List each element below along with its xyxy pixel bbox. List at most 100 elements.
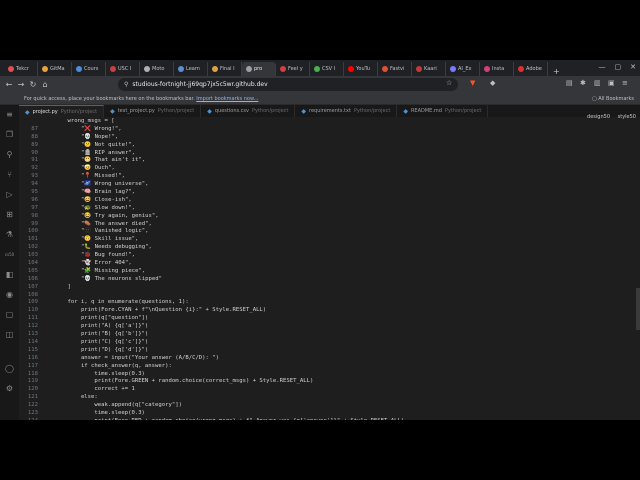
code-line[interactable]: 102 "🐛 Needs debugging", <box>19 244 635 252</box>
tab-favicon-icon <box>382 66 388 72</box>
brave-shield-icon[interactable]: ▼ <box>470 79 475 87</box>
import-bookmarks-link[interactable]: Import bookmarks now... <box>196 96 258 102</box>
wallet-icon[interactable]: ▣ <box>608 79 615 87</box>
reload-icon[interactable]: ↻ <box>27 80 39 89</box>
editor-tab[interactable]: ◆ requirements.txt Python/project <box>295 105 398 117</box>
browser-tab[interactable]: YouTu <box>344 62 378 76</box>
home-icon[interactable]: ⌂ <box>39 80 51 89</box>
editor-tab[interactable]: ◆ test_project.py Python/project <box>104 105 202 117</box>
code-line[interactable]: 98 "😂 Try again, genius", <box>19 213 635 221</box>
explorer-icon[interactable]: ❐ <box>6 125 13 145</box>
minimize-icon[interactable]: — <box>599 63 606 71</box>
all-bookmarks-button[interactable]: ▢ All Bookmarks <box>592 96 634 102</box>
remote-explorer-icon[interactable]: ▢ <box>6 305 14 325</box>
code-line[interactable]: 115 print("D) {q['d']}") <box>19 347 635 355</box>
browser-tab[interactable]: Learn <box>174 62 208 76</box>
scrollbar-thumb[interactable] <box>636 288 640 330</box>
code-line[interactable]: 121 else: <box>19 394 635 402</box>
code-text: "🌌 Wrong universe", <box>54 181 149 188</box>
code-line[interactable]: 123 time.sleep(0.3) <box>19 410 635 418</box>
code-line[interactable]: 88 "💀 Nope!", <box>19 134 635 142</box>
code-line[interactable]: 87 "❌ Wrong!", <box>19 126 635 134</box>
code-line[interactable]: 114 print("C) {q['c']}") <box>19 339 635 347</box>
code-line[interactable]: 112 print("A) {q['a']}") <box>19 323 635 331</box>
code-line[interactable]: 107 ] <box>19 284 635 292</box>
code-line[interactable]: 108 <box>19 292 635 300</box>
browser-tab[interactable]: Insta <box>480 62 514 76</box>
close-icon[interactable]: ✕ <box>630 63 636 71</box>
url-field[interactable]: ⚲ studious-fortnight-jj69qp7jx5c5wr.gith… <box>118 78 458 91</box>
menu-icon[interactable]: ≡ <box>6 105 13 125</box>
run-debug-icon[interactable]: ▷ <box>6 185 12 205</box>
code-line[interactable]: 96 "😅 Close-ish", <box>19 197 635 205</box>
extensions-icon[interactable]: ⊞ <box>6 205 13 225</box>
code-line[interactable]: 124 print(Fore.RED + random.choice(wrong… <box>19 418 635 420</box>
code-line[interactable]: 110 print(Fore.CYAN + f"\nQuestion {i}:"… <box>19 307 635 315</box>
code-line[interactable]: 109 for i, q in enumerate(questions, 1): <box>19 299 635 307</box>
bookmarks-panel-icon[interactable]: ▤ <box>566 79 573 87</box>
code-line[interactable]: 111 print(q["question"]) <box>19 315 635 323</box>
back-icon[interactable]: ← <box>3 80 15 89</box>
search-icon[interactable]: ⚲ <box>7 145 13 165</box>
github-icon[interactable]: ◉ <box>6 285 13 305</box>
chat-icon[interactable]: ◧ <box>6 265 14 285</box>
editor-scrollbar[interactable] <box>635 118 640 420</box>
ports-icon[interactable]: ◫ <box>6 325 14 345</box>
code-line[interactable]: 93 "📍 Missed!", <box>19 173 635 181</box>
code-line[interactable]: wrong_msgs = [ <box>19 118 635 126</box>
forward-icon[interactable]: → <box>15 80 27 89</box>
new-tab-button[interactable]: + <box>548 67 565 76</box>
code-line[interactable]: 103 "🐞 Bug found!", <box>19 252 635 260</box>
browser-tab[interactable]: AI_Ex <box>446 62 480 76</box>
code-line[interactable]: 105 "🧩 Missing piece", <box>19 268 635 276</box>
browser-tab[interactable]: Tekcr <box>4 62 38 76</box>
code-line[interactable]: 89 "😕 Not quite!", <box>19 142 635 150</box>
editor-tab[interactable]: ◆ questions.csv Python/project <box>201 105 296 117</box>
line-number: 104 <box>27 260 38 267</box>
code-text: "🐞 Bug found!", <box>54 252 136 259</box>
code-line[interactable]: 119 print(Fore.GREEN + random.choice(cor… <box>19 378 635 386</box>
maximize-icon[interactable]: ▢ <box>615 63 622 71</box>
browser-tab[interactable]: pro <box>242 62 276 76</box>
code-line[interactable]: 122 weak.append(q["category"]) <box>19 402 635 410</box>
browser-tab[interactable]: GitMa <box>38 62 72 76</box>
line-number: 123 <box>27 409 38 416</box>
code-line[interactable]: 120 correct += 1 <box>19 386 635 394</box>
settings-gear-icon[interactable]: ⚙ <box>6 379 13 399</box>
browser-tab[interactable]: Adobe <box>514 62 548 76</box>
code-line[interactable]: 118 time.sleep(0.3) <box>19 371 635 379</box>
browser-tab[interactable]: Fastvi <box>378 62 412 76</box>
code-line[interactable]: 97 "🐢 Slow down!", <box>19 205 635 213</box>
bookmark-star-icon[interactable]: ☆ <box>446 79 452 87</box>
code-editor[interactable]: wrong_msgs = [87 "❌ Wrong!", 88 "💀 Nope!"… <box>19 118 635 420</box>
code-line[interactable]: 106 "💀 The neurons slipped" <box>19 276 635 284</box>
browser-tab-label: YouTu <box>356 66 371 72</box>
editor-tab[interactable]: ◆ README.md Python/project <box>397 105 489 117</box>
site-info-icon[interactable]: ⚲ <box>124 81 128 88</box>
tab-favicon-icon <box>8 66 14 72</box>
code-line[interactable]: 95 "🧠 Brain lag?", <box>19 189 635 197</box>
line-number: 90 <box>31 149 38 156</box>
browser-tab[interactable]: Cours <box>72 62 106 76</box>
extension-icon[interactable]: ◆ <box>490 79 495 87</box>
extensions-icon[interactable]: ✱ <box>580 79 586 87</box>
account-icon[interactable]: ◯ <box>5 359 14 379</box>
line-number: 101 <box>27 236 38 243</box>
testing-icon[interactable]: ⚗ <box>6 225 13 245</box>
browser-tab[interactable]: Moto <box>140 62 174 76</box>
code-line[interactable]: 94 "🌌 Wrong universe", <box>19 181 635 189</box>
menu-icon[interactable]: ≡ <box>622 79 628 87</box>
code-line[interactable]: 104 "👻 Error 404", <box>19 260 635 268</box>
browser-tab[interactable]: Final I <box>208 62 242 76</box>
code-line[interactable]: 116 answer = input("Your answer (A/B/C/D… <box>19 355 635 363</box>
sidebar-icon[interactable]: ▥ <box>594 79 601 87</box>
cs50-icon[interactable]: cs50 <box>5 245 14 265</box>
browser-tab[interactable]: Kaari <box>412 62 446 76</box>
code-line[interactable]: 117 if check_answer(q, answer): <box>19 363 635 371</box>
browser-tab[interactable]: USC I <box>106 62 140 76</box>
source-control-icon[interactable]: ⑂ <box>7 165 12 185</box>
editor-tab[interactable]: ◆ project.py Python/project <box>19 105 105 118</box>
browser-tab[interactable]: Feel y <box>276 62 310 76</box>
browser-tab[interactable]: CSV I <box>310 62 344 76</box>
code-line[interactable]: 113 print("B) {q['b']}") <box>19 331 635 339</box>
